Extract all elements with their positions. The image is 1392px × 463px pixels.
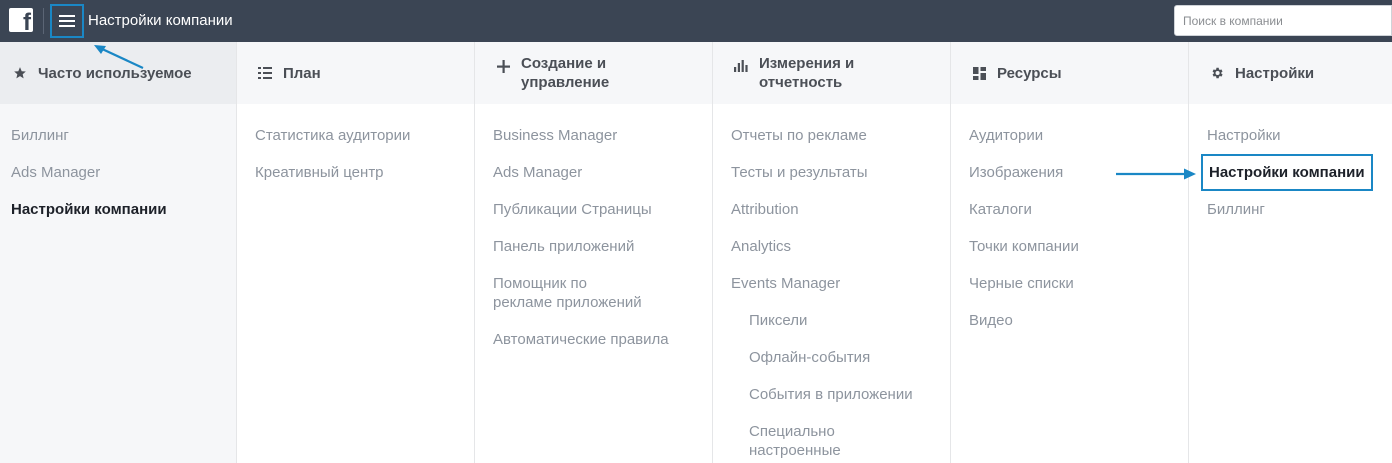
- column-header: Настройки: [1189, 42, 1392, 104]
- column-plan: План Статистика аудитории Креативный цен…: [237, 42, 475, 463]
- star-icon: [12, 65, 28, 81]
- menu-item-billing[interactable]: Биллинг: [1189, 200, 1392, 219]
- column-title: Измерения и отчетность: [759, 55, 855, 91]
- column-assets: Ресурсы Аудитории Изображения Каталоги Т…: [951, 42, 1189, 463]
- search-input[interactable]: [1174, 5, 1392, 36]
- menu-item-automated-rules[interactable]: Автоматические правила: [475, 330, 712, 349]
- column-title: Настройки: [1235, 64, 1315, 82]
- top-bar: f Настройки компании: [0, 0, 1392, 42]
- menu-item-audiences[interactable]: Аудитории: [951, 126, 1188, 145]
- column-title: Создание и управление: [521, 55, 610, 91]
- grid-icon: [971, 65, 987, 81]
- main-menu-button[interactable]: [50, 4, 84, 38]
- menu-item-ads-reporting[interactable]: Отчеты по рекламе: [713, 126, 950, 145]
- menu-item-page-posts[interactable]: Публикации Страницы: [475, 200, 712, 219]
- menu-item-block-lists[interactable]: Черные списки: [951, 274, 1188, 293]
- menu-item-pixels[interactable]: Пиксели: [713, 311, 950, 330]
- menu-item-billing[interactable]: Биллинг: [0, 126, 236, 145]
- menu-item-catalogs[interactable]: Каталоги: [951, 200, 1188, 219]
- column-header: План: [237, 42, 474, 104]
- column-header: Создание и управление: [475, 42, 712, 104]
- column-header: Часто используемое: [0, 42, 236, 104]
- menu-item-creative-hub[interactable]: Креативный центр: [237, 163, 474, 182]
- menu-item-events-manager[interactable]: Events Manager: [713, 274, 950, 293]
- menu-item-business-locations[interactable]: Точки компании: [951, 237, 1188, 256]
- menu-item-app-dashboard[interactable]: Панель приложений: [475, 237, 712, 256]
- hamburger-icon: [59, 15, 75, 27]
- menu-item-business-manager[interactable]: Business Manager: [475, 126, 712, 145]
- menu-item-attribution[interactable]: Attribution: [713, 200, 950, 219]
- column-title: Ресурсы: [997, 64, 1062, 82]
- menu-item-images[interactable]: Изображения: [951, 163, 1188, 182]
- menu-item-app-ads-helper[interactable]: Помощник по рекламе приложений: [475, 274, 665, 312]
- bar-chart-icon: [733, 58, 749, 74]
- column-settings: Настройки Настройки Настройки компании Б…: [1189, 42, 1392, 463]
- menu-item-ads-manager[interactable]: Ads Manager: [475, 163, 712, 182]
- menu-item-test-learn[interactable]: Тесты и результаты: [713, 163, 950, 182]
- menu-item-offline-events[interactable]: Офлайн-события: [713, 348, 950, 367]
- column-header: Ресурсы: [951, 42, 1188, 104]
- list-icon: [257, 65, 273, 81]
- column-header: Измерения и отчетность: [713, 42, 950, 104]
- menu-item-analytics[interactable]: Analytics: [713, 237, 950, 256]
- column-title: План: [283, 64, 321, 82]
- menu-item-settings[interactable]: Настройки: [1189, 126, 1392, 145]
- menu-item-custom-conversions[interactable]: Специально настроенные конверсии: [713, 422, 913, 463]
- facebook-logo-icon[interactable]: f: [9, 8, 33, 32]
- menu-item-app-events[interactable]: События в приложении: [713, 385, 950, 404]
- gear-icon: [1209, 65, 1225, 81]
- page-title: Настройки компании: [88, 12, 233, 29]
- menu-item-business-settings[interactable]: Настройки компании: [0, 200, 236, 219]
- plus-icon: [495, 58, 511, 74]
- menu-item-videos[interactable]: Видео: [951, 311, 1188, 330]
- menu-item-ads-manager[interactable]: Ads Manager: [0, 163, 236, 182]
- topbar-divider: [43, 8, 44, 34]
- column-frequently-used: Часто используемое Биллинг Ads Manager Н…: [0, 42, 237, 463]
- menu-item-audience-insights[interactable]: Статистика аудитории: [237, 126, 474, 145]
- menu-item-business-settings-highlighted[interactable]: Настройки компании: [1201, 154, 1373, 191]
- column-create-manage: Создание и управление Business Manager A…: [475, 42, 713, 463]
- column-title: Часто используемое: [38, 64, 192, 82]
- column-measure-report: Измерения и отчетность Отчеты по рекламе…: [713, 42, 951, 463]
